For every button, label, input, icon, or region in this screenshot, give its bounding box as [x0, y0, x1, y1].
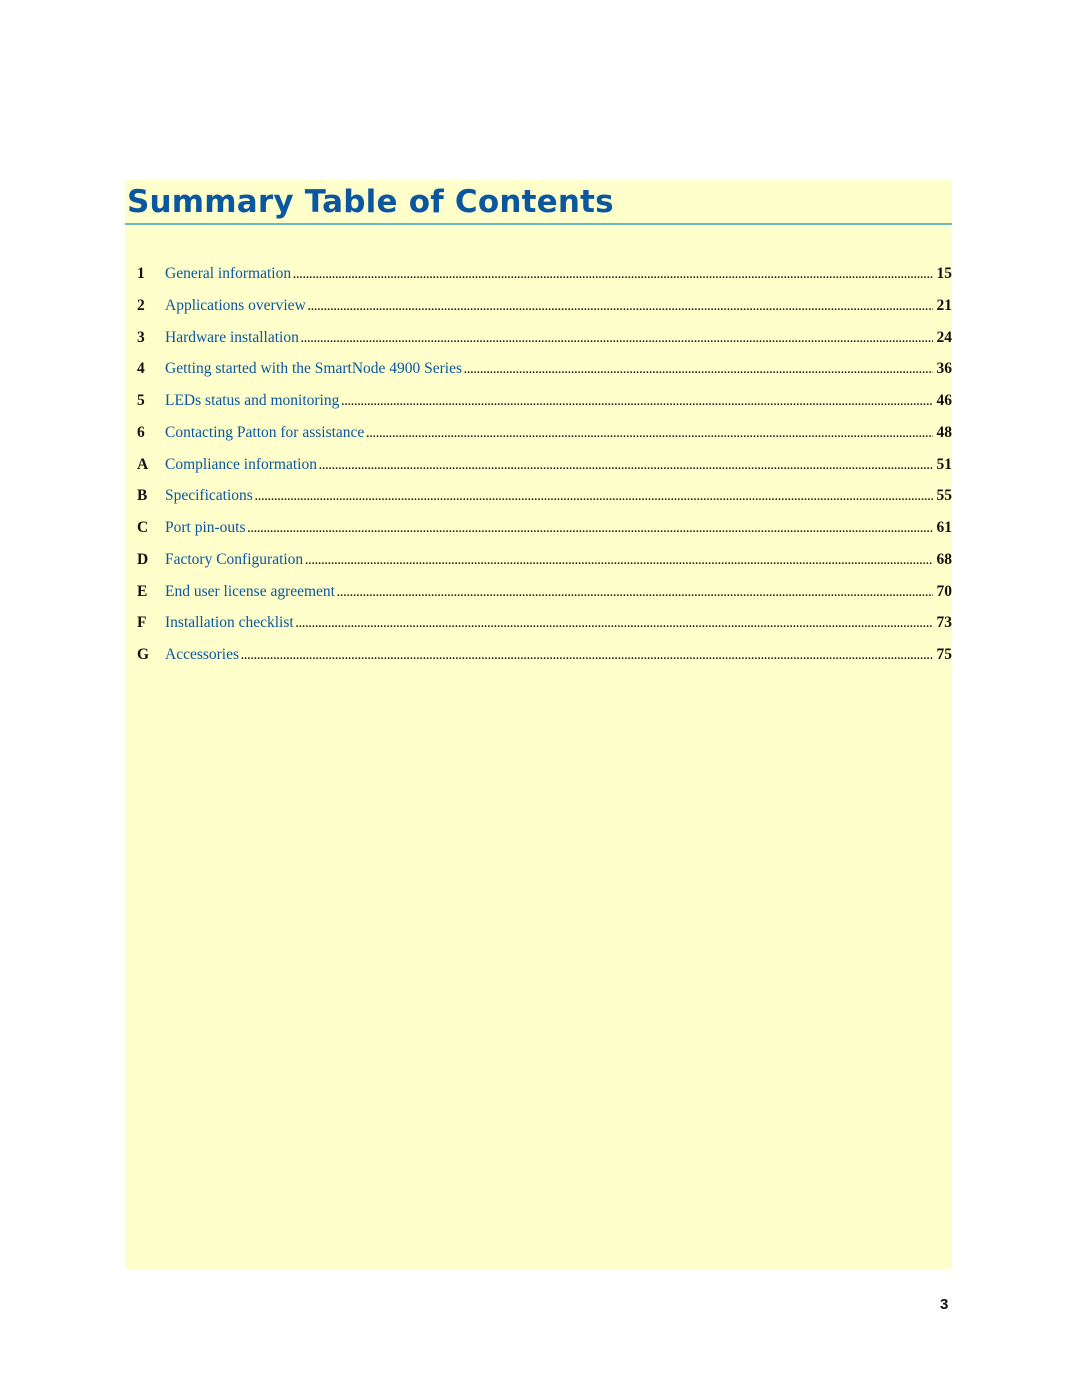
- toc-entry-link[interactable]: Port pin-outs: [165, 519, 246, 537]
- toc-entry-general-information[interactable]: 1 General information 15: [137, 265, 952, 297]
- toc-entry-page[interactable]: 51: [936, 456, 953, 474]
- dot-leader: [296, 618, 933, 630]
- toc-entry-page[interactable]: 61: [936, 519, 953, 537]
- dot-leader: [308, 301, 933, 313]
- toc-entry-page[interactable]: 73: [936, 614, 953, 632]
- dot-leader: [319, 460, 933, 472]
- toc-entry-compliance-information[interactable]: A Compliance information 51: [137, 456, 952, 488]
- toc-entry-page[interactable]: 48: [936, 424, 953, 442]
- dot-leader: [305, 555, 933, 567]
- toc-entry-link[interactable]: Hardware installation: [165, 329, 299, 347]
- toc-entry-number: 2: [137, 296, 145, 314]
- toc-entry-link[interactable]: Applications overview: [165, 297, 306, 315]
- toc-entry-contacting-patton[interactable]: 6 Contacting Patton for assistance 48: [137, 424, 952, 456]
- toc-entry-page[interactable]: 70: [936, 583, 953, 601]
- toc-entry-getting-started[interactable]: 4 Getting started with the SmartNode 490…: [137, 360, 952, 392]
- toc-entry-number: E: [137, 582, 148, 600]
- title-divider: [125, 223, 952, 225]
- toc-entry-link[interactable]: Accessories: [165, 646, 239, 664]
- toc-entry-number: 3: [137, 328, 145, 346]
- toc-entry-number: G: [137, 646, 150, 663]
- dot-leader: [337, 587, 933, 599]
- dot-leader: [248, 523, 933, 535]
- toc-entry-port-pin-outs[interactable]: C Port pin-outs 61: [137, 519, 952, 551]
- dot-leader: [293, 269, 933, 281]
- dot-leader: [255, 491, 933, 503]
- dot-leader: [464, 364, 933, 376]
- toc-entry-number: 4: [137, 360, 145, 378]
- dot-leader: [366, 428, 933, 440]
- toc-entry-applications-overview[interactable]: 2 Applications overview 21: [137, 297, 952, 329]
- toc-entry-number: 1: [137, 265, 145, 282]
- toc-entry-number: D: [137, 550, 149, 568]
- dot-leader: [341, 396, 933, 408]
- toc-entry-page[interactable]: 15: [936, 265, 953, 283]
- page-number: 3: [940, 1296, 949, 1313]
- toc-entry-page[interactable]: 24: [936, 329, 953, 347]
- toc-panel: Summary Table of Contents 1 General info…: [125, 180, 952, 1269]
- toc-entry-link[interactable]: Getting started with the SmartNode 4900 …: [165, 360, 462, 378]
- toc-entry-number: 5: [137, 392, 145, 409]
- toc-entry-link[interactable]: End user license agreement: [165, 583, 335, 601]
- page-title: Summary Table of Contents: [127, 184, 614, 220]
- toc-entry-leds-status[interactable]: 5 LEDs status and monitoring 46: [137, 392, 952, 424]
- toc-entry-number: 6: [137, 423, 145, 441]
- dot-leader: [241, 650, 933, 662]
- toc-entry-specifications[interactable]: B Specifications 55: [137, 487, 952, 519]
- dot-leader: [301, 333, 933, 345]
- toc-entry-link[interactable]: Specifications: [165, 487, 253, 505]
- toc-entry-link[interactable]: Factory Configuration: [165, 551, 303, 569]
- toc-entry-page[interactable]: 75: [936, 646, 953, 664]
- toc-entry-number: B: [137, 487, 148, 505]
- toc-entry-number: F: [137, 614, 147, 632]
- toc-entry-page[interactable]: 68: [936, 551, 953, 569]
- toc-entry-accessories[interactable]: G Accessories 75: [137, 646, 952, 678]
- toc-entry-link[interactable]: LEDs status and monitoring: [165, 392, 339, 410]
- toc-entry-factory-configuration[interactable]: D Factory Configuration 68: [137, 551, 952, 583]
- toc-entry-page[interactable]: 36: [936, 360, 953, 378]
- toc-entry-number: A: [137, 455, 149, 473]
- toc-entry-link[interactable]: Compliance information: [165, 456, 317, 474]
- toc-entry-installation-checklist[interactable]: F Installation checklist 73: [137, 614, 952, 646]
- toc-entry-link[interactable]: General information: [165, 265, 291, 283]
- toc-list: 1 General information 15 2 Applications …: [137, 265, 952, 678]
- toc-entry-number: C: [137, 519, 149, 536]
- toc-entry-hardware-installation[interactable]: 3 Hardware installation 24: [137, 329, 952, 361]
- toc-entry-link[interactable]: Installation checklist: [165, 614, 294, 632]
- toc-entry-page[interactable]: 55: [936, 487, 953, 505]
- toc-entry-end-user-license[interactable]: E End user license agreement 70: [137, 583, 952, 615]
- toc-entry-page[interactable]: 46: [936, 392, 953, 410]
- toc-entry-link[interactable]: Contacting Patton for assistance: [165, 424, 364, 442]
- toc-entry-page[interactable]: 21: [936, 297, 953, 315]
